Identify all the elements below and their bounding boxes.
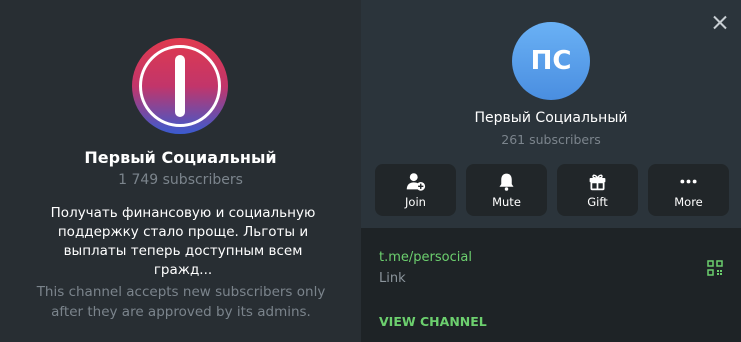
link-caption: Link xyxy=(379,271,406,286)
channel-description: Получать финансовую и социальную поддерж… xyxy=(50,205,316,278)
profile-title: Первый Социальный xyxy=(474,110,628,126)
more-button[interactable]: More xyxy=(648,164,729,216)
qr-code-icon[interactable] xyxy=(707,260,723,276)
more-label: More xyxy=(674,195,703,209)
profile-header: ПС Первый Социальный 261 subscribers Joi… xyxy=(361,0,741,228)
join-label: Join xyxy=(405,195,426,209)
more-dots-icon xyxy=(680,179,697,184)
channel-title: Первый Социальный xyxy=(84,148,277,167)
channel-info-panel: ПС Первый Социальный 261 subscribers Joi… xyxy=(361,0,741,342)
gift-label: Gift xyxy=(587,195,608,209)
mute-button[interactable]: Mute xyxy=(466,164,547,216)
action-bar: Join Mute Gift More xyxy=(375,164,729,216)
channel-logo xyxy=(132,38,228,134)
close-icon[interactable] xyxy=(709,12,731,34)
gift-button[interactable]: Gift xyxy=(557,164,638,216)
channel-link[interactable]: t.me/persocial xyxy=(379,250,472,265)
bell-icon xyxy=(499,173,514,191)
logo-bar xyxy=(175,55,185,117)
approval-note: This channel accepts new subscribers onl… xyxy=(36,284,326,320)
channel-subscribers: 1 749 subscribers xyxy=(118,172,243,188)
profile-subscribers: 261 subscribers xyxy=(501,132,601,147)
mute-label: Mute xyxy=(492,195,521,209)
join-button[interactable]: Join xyxy=(375,164,456,216)
view-channel-button[interactable]: VIEW CHANNEL xyxy=(379,314,487,329)
avatar: ПС xyxy=(512,22,590,100)
channel-preview-panel: Первый Социальный 1 749 subscribers Полу… xyxy=(0,0,361,342)
gift-icon xyxy=(589,174,606,191)
add-user-icon xyxy=(406,173,426,191)
